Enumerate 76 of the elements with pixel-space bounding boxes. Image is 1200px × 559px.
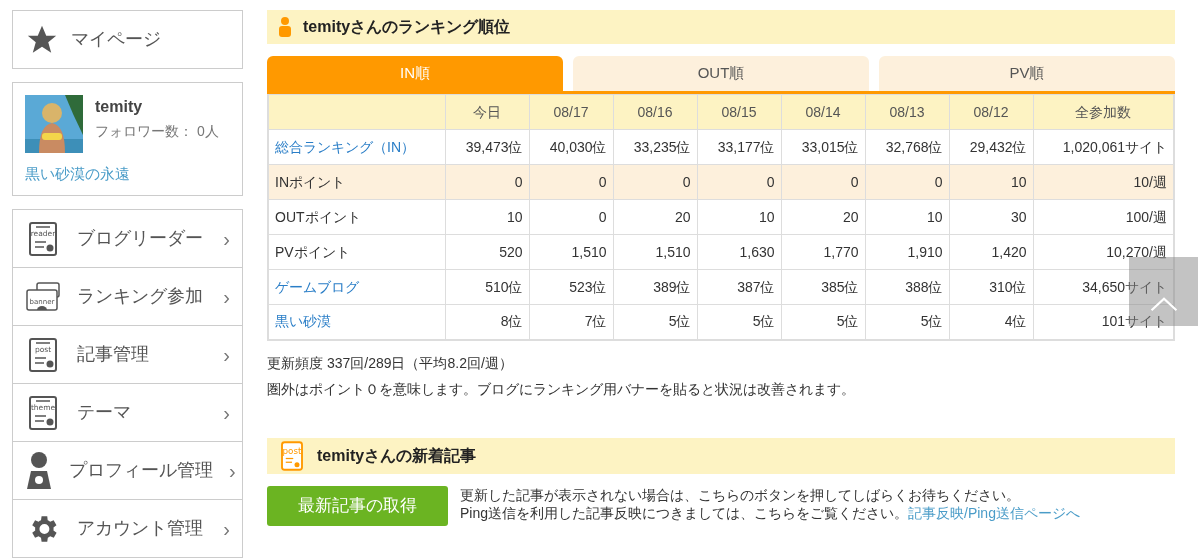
table-cell: 523位	[529, 269, 613, 305]
row-label: OUTポイント	[268, 199, 445, 235]
info-text: 更新した記事が表示されない場合は、こちらのボタンを押してしばらくお待ちください。	[460, 485, 1021, 504]
menu-label: ランキング参加	[77, 285, 204, 308]
column-header: 08/16	[613, 94, 697, 130]
table-cell: 1,630	[697, 234, 781, 270]
table-cell: 0	[529, 199, 613, 235]
row-label: PVポイント	[268, 234, 445, 270]
update-frequency: 更新頻度 337回/289日（平均8.2回/週）	[267, 353, 514, 373]
chevron-icon: ›	[223, 281, 230, 312]
menu-label: ブログリーダー	[77, 227, 204, 250]
column-header: 08/12	[949, 94, 1033, 130]
table-cell: 520	[445, 234, 529, 270]
table-cell: 20	[613, 199, 697, 235]
follower-count: フォロワー数： 0人	[95, 122, 219, 141]
table-cell: 0	[613, 164, 697, 200]
table-cell: 510位	[445, 269, 529, 305]
chevron-icon: ›	[223, 513, 230, 544]
table-cell: 1,770	[781, 234, 865, 270]
table-cell: 39,473位	[445, 129, 529, 165]
category-link[interactable]: 総合ランキング（IN）	[268, 129, 445, 165]
info-text: Ping送信を利用した記事反映につきましては、こちらをご覧ください。記事反映/Ping送信ページへ	[460, 503, 1080, 522]
mypage-link[interactable]: マイページ	[12, 10, 243, 69]
table-cell: 310位	[949, 269, 1033, 305]
menu-label: アカウント管理	[77, 517, 204, 540]
person-icon	[279, 17, 291, 37]
table-cell: 1,420	[949, 234, 1033, 270]
tab[interactable]: OUT順	[573, 56, 869, 91]
profile-name: temity	[95, 97, 144, 117]
ranking-note: 圏外はポイント０を意味します。ブログにランキング用バナーを貼ると状況は改善されます。	[267, 379, 856, 399]
section-title: temityさんのランキング順位	[303, 17, 511, 37]
menu-label: 記事管理	[77, 343, 150, 366]
mypage-label: マイページ	[71, 28, 161, 51]
chevron-icon: ›	[223, 339, 230, 370]
chevron-icon: ›	[223, 397, 230, 428]
table-cell: 1,510	[613, 234, 697, 270]
table-cell: 0	[865, 164, 949, 200]
table-cell: 33,177位	[697, 129, 781, 165]
menu-item[interactable]: アカウント管理 ›	[13, 500, 242, 558]
table-cell: 10	[445, 199, 529, 235]
table-cell: 0	[697, 164, 781, 200]
table-cell: 389位	[613, 269, 697, 305]
tab[interactable]: PV順	[879, 56, 1175, 91]
table-cell: 10	[949, 164, 1033, 200]
table-cell: 0	[781, 164, 865, 200]
table-cell: 33,235位	[613, 129, 697, 165]
column-header: 全参加数	[1033, 94, 1174, 130]
menu-label: テーマ	[77, 401, 132, 424]
column-header: 08/14	[781, 94, 865, 130]
table-cell: 40,030位	[529, 129, 613, 165]
table-cell: 0	[445, 164, 529, 200]
column-header: 今日	[445, 94, 529, 130]
table-cell: 1,910	[865, 234, 949, 270]
chevron-icon: ›	[229, 455, 236, 486]
column-header: 08/15	[697, 94, 781, 130]
table-cell: 29,432位	[949, 129, 1033, 165]
table-cell: 20	[781, 199, 865, 235]
table-cell: 30	[949, 199, 1033, 235]
table-cell: 33,015位	[781, 129, 865, 165]
section-title: temityさんの新着記事	[317, 445, 477, 466]
column-header: 08/17	[529, 94, 613, 130]
row-label: INポイント	[268, 164, 445, 200]
table-cell: 387位	[697, 269, 781, 305]
table-cell: 10	[865, 199, 949, 235]
column-header: 08/13	[865, 94, 949, 130]
person-gear-icon	[25, 450, 53, 491]
table-cell: 388位	[865, 269, 949, 305]
table-cell: 1,510	[529, 234, 613, 270]
menu-label: プロフィール管理	[69, 459, 213, 482]
menu-item[interactable]: プロフィール管理 ›	[13, 442, 242, 500]
table-cell: 32,768位	[865, 129, 949, 165]
table-cell: 10	[697, 199, 781, 235]
category-link[interactable]: ゲームブログ	[268, 269, 445, 305]
chevron-icon: ›	[223, 223, 230, 254]
table-cell: 0	[529, 164, 613, 200]
table-cell: 385位	[781, 269, 865, 305]
